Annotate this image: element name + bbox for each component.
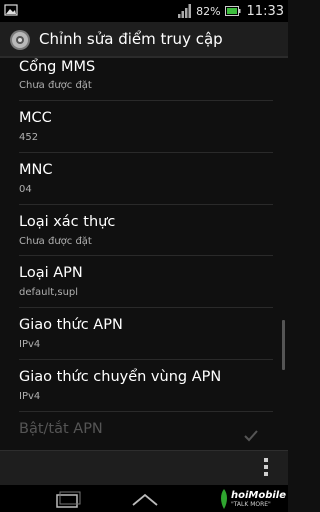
setting-apn-type[interactable]: Loại APN default,supl xyxy=(19,256,273,309)
watermark-tagline: "TALK MORE" xyxy=(230,501,271,508)
split-action-bar xyxy=(0,450,288,486)
setting-apn-protocol[interactable]: Giao thức APN IPv4 xyxy=(19,308,273,360)
setting-title: MCC xyxy=(19,110,52,126)
setting-summary: Chưa được đặt xyxy=(19,80,92,91)
setting-summary: 04 xyxy=(19,183,32,195)
setting-auth-type[interactable]: Loại xác thực Chưa được đặt xyxy=(19,205,273,257)
setting-title: Bật/tắt APN xyxy=(19,420,103,437)
battery-icon xyxy=(224,6,241,16)
signal-strength-icon xyxy=(178,4,192,18)
setting-roaming-protocol[interactable]: Giao thức chuyển vùng APN IPv4 xyxy=(19,360,273,412)
action-bar: Chỉnh sửa điểm truy cập xyxy=(0,22,288,58)
setting-apn-toggle: Bật/tắt APN xyxy=(19,412,273,450)
battery-percent: 82% xyxy=(196,4,221,18)
setting-mms-port[interactable]: Cổng MMS Chưa được đặt xyxy=(19,58,273,101)
setting-title: Loại xác thực xyxy=(19,213,116,230)
setting-summary: 452 xyxy=(19,132,39,143)
setting-title: Giao thức chuyển vùng APN xyxy=(19,368,222,385)
page-title: Chỉnh sửa điểm truy cập xyxy=(39,30,223,48)
setting-summary: default,supl xyxy=(19,287,79,299)
checkbox-checked-icon xyxy=(244,430,258,442)
watermark: hoiMobile "TALK MORE" xyxy=(217,487,286,511)
setting-title: Cổng MMS xyxy=(19,59,96,75)
brand-logo-icon xyxy=(220,489,227,509)
setting-mcc[interactable]: MCC 452 xyxy=(19,101,273,153)
back-icon[interactable] xyxy=(52,489,82,509)
setting-summary: IPv4 xyxy=(19,390,41,402)
setting-title: Loại APN xyxy=(19,265,83,282)
setting-summary: IPv4 xyxy=(19,339,41,351)
clock: 11:33 xyxy=(246,3,284,19)
setting-summary: Chưa được đặt xyxy=(19,235,92,247)
navigation-bar: hoiMobile "TALK MORE" xyxy=(0,485,288,512)
watermark-brand: hoiMobile "TALK MORE" xyxy=(230,490,286,508)
overflow-menu-icon[interactable] xyxy=(264,458,268,478)
status-bar: 82% 11:33 xyxy=(0,0,288,22)
setting-title: MNC xyxy=(19,161,53,178)
home-icon[interactable] xyxy=(130,489,160,509)
scrollbar[interactable] xyxy=(282,320,285,370)
settings-gear-icon[interactable] xyxy=(8,28,32,52)
settings-list: Cổng MMS Chưa được đặt MCC 452 MNC 04 Lo… xyxy=(0,58,288,450)
setting-mnc[interactable]: MNC 04 xyxy=(19,153,273,205)
image-notification-icon xyxy=(4,4,18,16)
setting-title: Giao thức APN xyxy=(19,317,123,334)
